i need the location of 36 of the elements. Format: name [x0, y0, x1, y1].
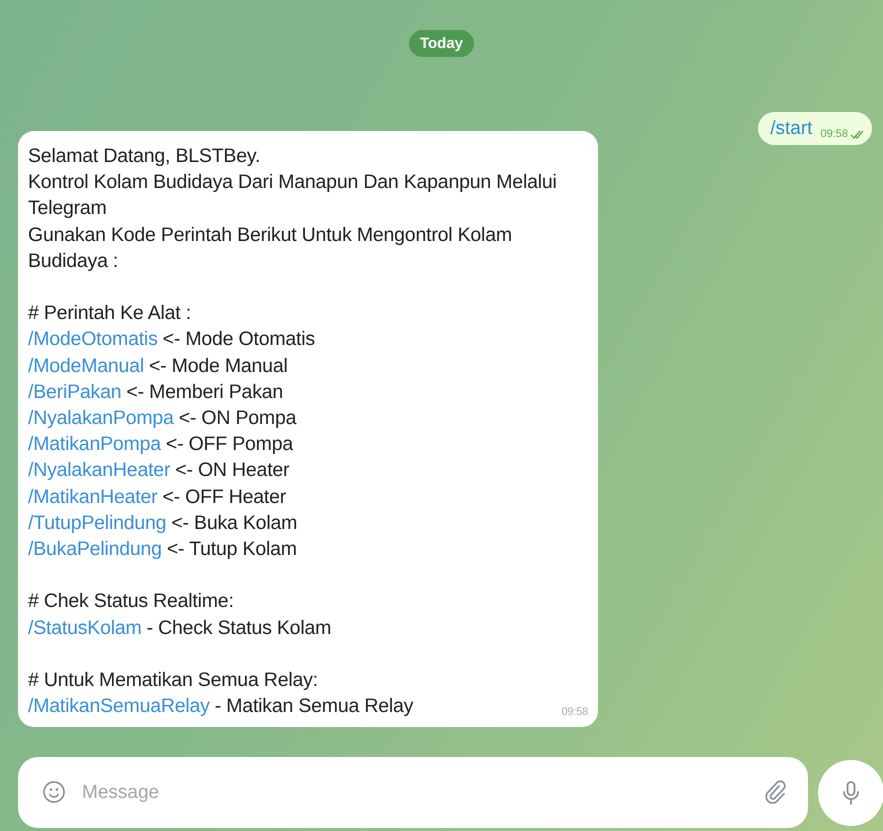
- message-text: Gunakan Kode Perintah Berikut Untuk Mengontrol Kolam Budidaya :: [28, 222, 513, 274]
- date-badge: Today: [408, 30, 474, 57]
- message-time: 09:58: [820, 128, 848, 140]
- command-link[interactable]: /BeriPakan: [28, 378, 122, 406]
- command-description: <- Mode Otomatis: [162, 327, 315, 352]
- message-text: # Chek Status Realtime:: [28, 589, 235, 614]
- command-description: <- OFF Pompa: [166, 432, 293, 458]
- command-link[interactable]: /StatusKolam: [28, 614, 142, 641]
- command-description: <- OFF Heater: [162, 484, 286, 510]
- message-time: 09:58: [561, 705, 588, 720]
- command-link[interactable]: /start: [770, 118, 812, 140]
- paperclip-icon[interactable]: [764, 780, 786, 804]
- command-description: <- ON Heater: [175, 458, 290, 484]
- microphone-icon: [842, 780, 860, 804]
- message-text: Selamat Datang, BLSTBey.: [28, 144, 262, 169]
- command-description: - Matikan Semua Relay: [214, 694, 414, 720]
- message-text: Kontrol Kolam Budidaya Dari Manapun Dan Kapanpun Melalui Telegram: [28, 170, 558, 222]
- message-text: # Untuk Mematikan Semua Relay:: [28, 668, 319, 694]
- command-description: <- Tutup Kolam: [166, 537, 297, 562]
- message-input-field[interactable]: Message: [18, 757, 808, 828]
- command-description: - Check Status Kolam: [146, 616, 332, 641]
- command-link[interactable]: /NyalakanPompa: [28, 405, 174, 432]
- command-description: <- Mode Manual: [148, 354, 288, 379]
- command-description: <- Buka Kolam: [171, 510, 298, 536]
- command-link[interactable]: /MatikanPompa: [28, 431, 161, 458]
- command-link[interactable]: /MatikanSemuaRelay: [28, 693, 210, 720]
- command-link[interactable]: /NyalakanHeater: [28, 457, 170, 484]
- command-link[interactable]: /TutupPelindung: [28, 510, 166, 536]
- message-text: # Perintah Ke Alat :: [28, 301, 192, 326]
- command-description: <- Memberi Pakan: [126, 380, 284, 405]
- command-link[interactable]: /MatikanHeater: [28, 484, 158, 510]
- command-link[interactable]: /BukaPelindung: [28, 536, 162, 562]
- command-link[interactable]: /ModeManual: [28, 352, 144, 379]
- command-description: <- ON Pompa: [178, 406, 296, 432]
- smiley-icon[interactable]: [42, 780, 66, 804]
- command-link[interactable]: /ModeOtomatis: [28, 326, 158, 353]
